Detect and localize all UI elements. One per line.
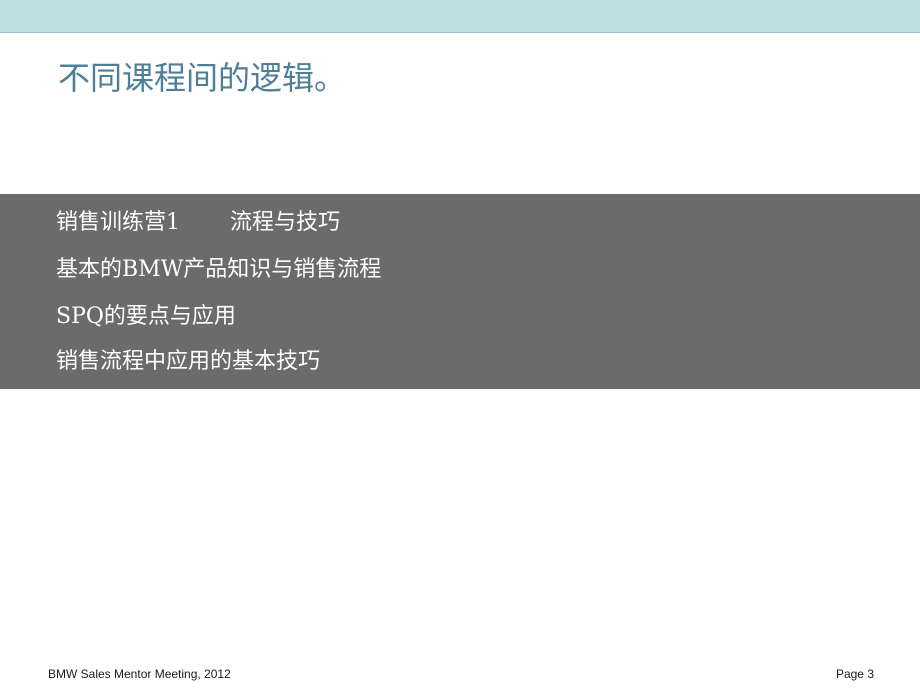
content-line-1-right: 流程与技巧 — [230, 210, 341, 235]
slide-title: 不同课程间的逻辑。 — [58, 59, 347, 97]
content-line-1-left: 销售训练营1 — [56, 210, 180, 235]
top-band — [0, 0, 920, 33]
content-line-4: 销售流程中应用的基本技巧 — [56, 349, 321, 374]
page-number: Page 3 — [835, 667, 874, 681]
content-line-1: 销售训练营1 流程与技巧 — [56, 208, 340, 238]
content-line-2: 基本的BMW产品知识与销售流程 — [56, 257, 382, 282]
footer-left-text: BMW Sales Mentor Meeting, 2012 — [48, 667, 231, 681]
content-line-3: SPQ的要点与应用 — [56, 304, 236, 329]
